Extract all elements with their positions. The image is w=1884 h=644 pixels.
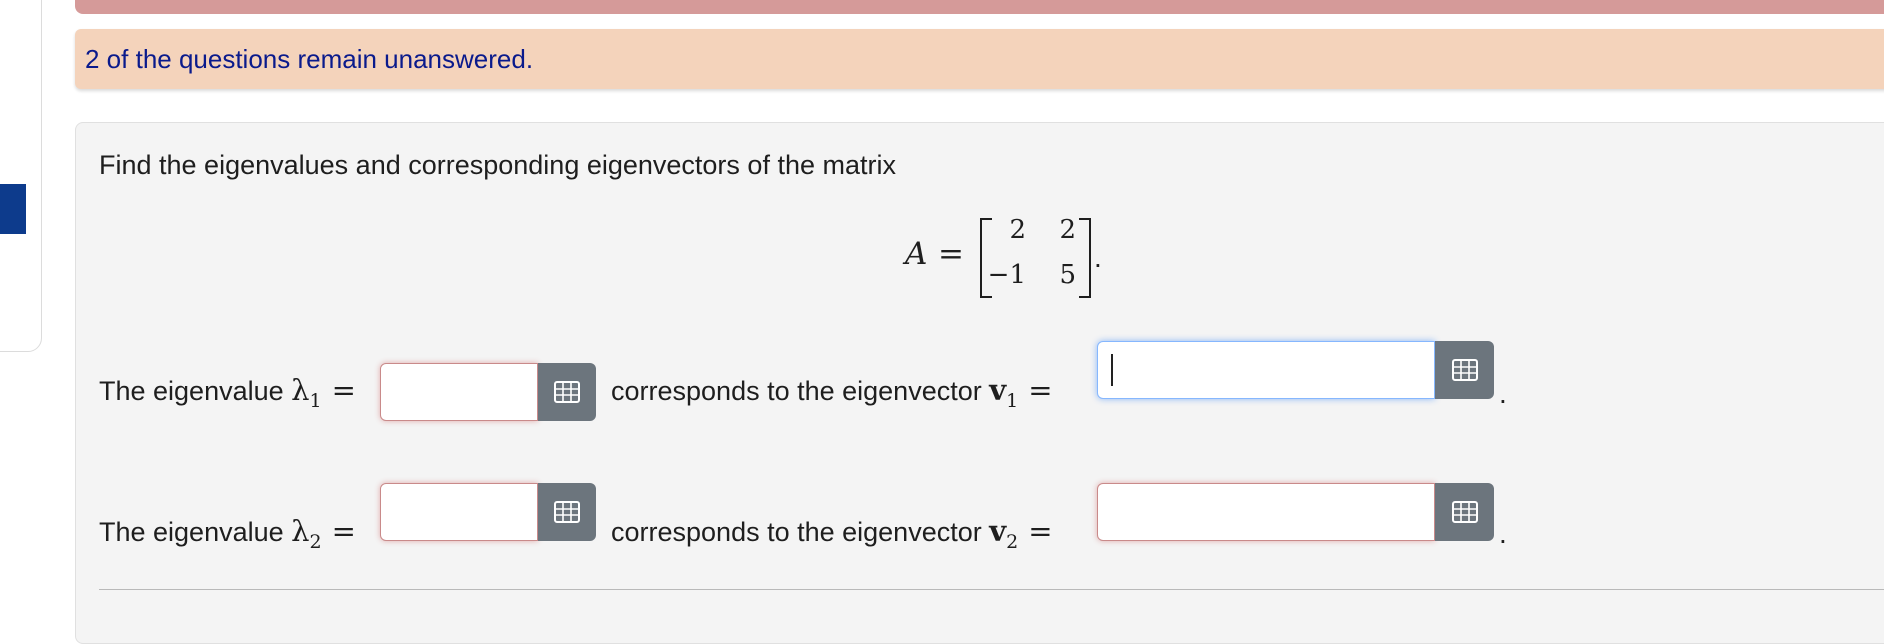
vector-2-symbol: v — [989, 514, 1007, 548]
eigenvector-1-matrix-button[interactable] — [1435, 341, 1494, 399]
text-caret — [1111, 354, 1113, 386]
eigenvector-1-label: corresponds to the eigenvector v1 = — [611, 373, 1053, 412]
lambda-2-subscript: 2 — [309, 531, 322, 553]
grid-icon — [554, 381, 580, 403]
eigenvalue-2-input[interactable] — [380, 483, 538, 541]
grid-icon — [1451, 501, 1478, 523]
lambda-1-symbol: λ — [291, 373, 310, 407]
matrix-period: . — [1094, 242, 1102, 273]
eigenvalue-2-equals: = — [331, 514, 356, 548]
top-status-bar — [75, 0, 1884, 14]
eigenvalue-1-input[interactable] — [380, 363, 538, 421]
eigenvector-2-prefix: corresponds to the eigenvector — [611, 517, 990, 547]
grid-icon — [554, 501, 580, 523]
eigenvalue-1-prefix: The eigenvalue — [99, 376, 292, 406]
lambda-1-subscript: 1 — [309, 390, 322, 412]
eigenvector-2-matrix-button[interactable] — [1435, 483, 1494, 541]
eigenvalue-1-equals: = — [331, 373, 356, 407]
unanswered-notice: 2 of the questions remain unanswered. — [75, 29, 1884, 89]
vector-1-subscript: 1 — [1006, 390, 1019, 412]
side-panel — [0, 0, 42, 352]
matrix-equals: = — [938, 236, 964, 272]
matrix-cell-1-2: 2 — [1059, 215, 1076, 245]
matrix-right-bracket — [1079, 218, 1091, 298]
eigenvector-2-equals: = — [1028, 514, 1053, 548]
matrix-cell-2-1: −1 — [987, 260, 1026, 290]
eigenvector-2-input[interactable] — [1097, 483, 1435, 541]
eigenvector-1-prefix: corresponds to the eigenvector — [611, 376, 990, 406]
eigenvalue-1-matrix-button[interactable] — [538, 363, 596, 421]
grid-icon — [1451, 359, 1478, 381]
row-2-period: . — [1499, 518, 1507, 549]
eigenvector-1-equals: = — [1028, 373, 1053, 407]
matrix-name: A — [905, 236, 928, 272]
eigenvalue-2-matrix-button[interactable] — [538, 483, 596, 541]
row-1-period: . — [1499, 378, 1507, 409]
eigenvalue-2-prefix: The eigenvalue — [99, 517, 292, 547]
vector-1-symbol: v — [989, 373, 1007, 407]
eigenvector-1-input[interactable] — [1097, 341, 1435, 399]
matrix-cell-2-2: 5 — [1059, 260, 1076, 290]
vector-2-subscript: 2 — [1006, 531, 1019, 553]
section-divider — [99, 589, 1884, 590]
eigenvector-2-label: corresponds to the eigenvector v2 = — [611, 514, 1053, 553]
unanswered-notice-text: 2 of the questions remain unanswered. — [85, 43, 534, 74]
eigenvalue-1-label: The eigenvalue λ1 = — [99, 373, 356, 412]
question-prompt: Find the eigenvalues and corresponding e… — [99, 150, 896, 180]
side-panel-active-tab[interactable] — [0, 184, 26, 234]
matrix-cell-1-1: 2 — [1009, 215, 1026, 245]
lambda-2-symbol: λ — [291, 514, 310, 548]
eigenvalue-2-label: The eigenvalue λ2 = — [99, 514, 356, 553]
